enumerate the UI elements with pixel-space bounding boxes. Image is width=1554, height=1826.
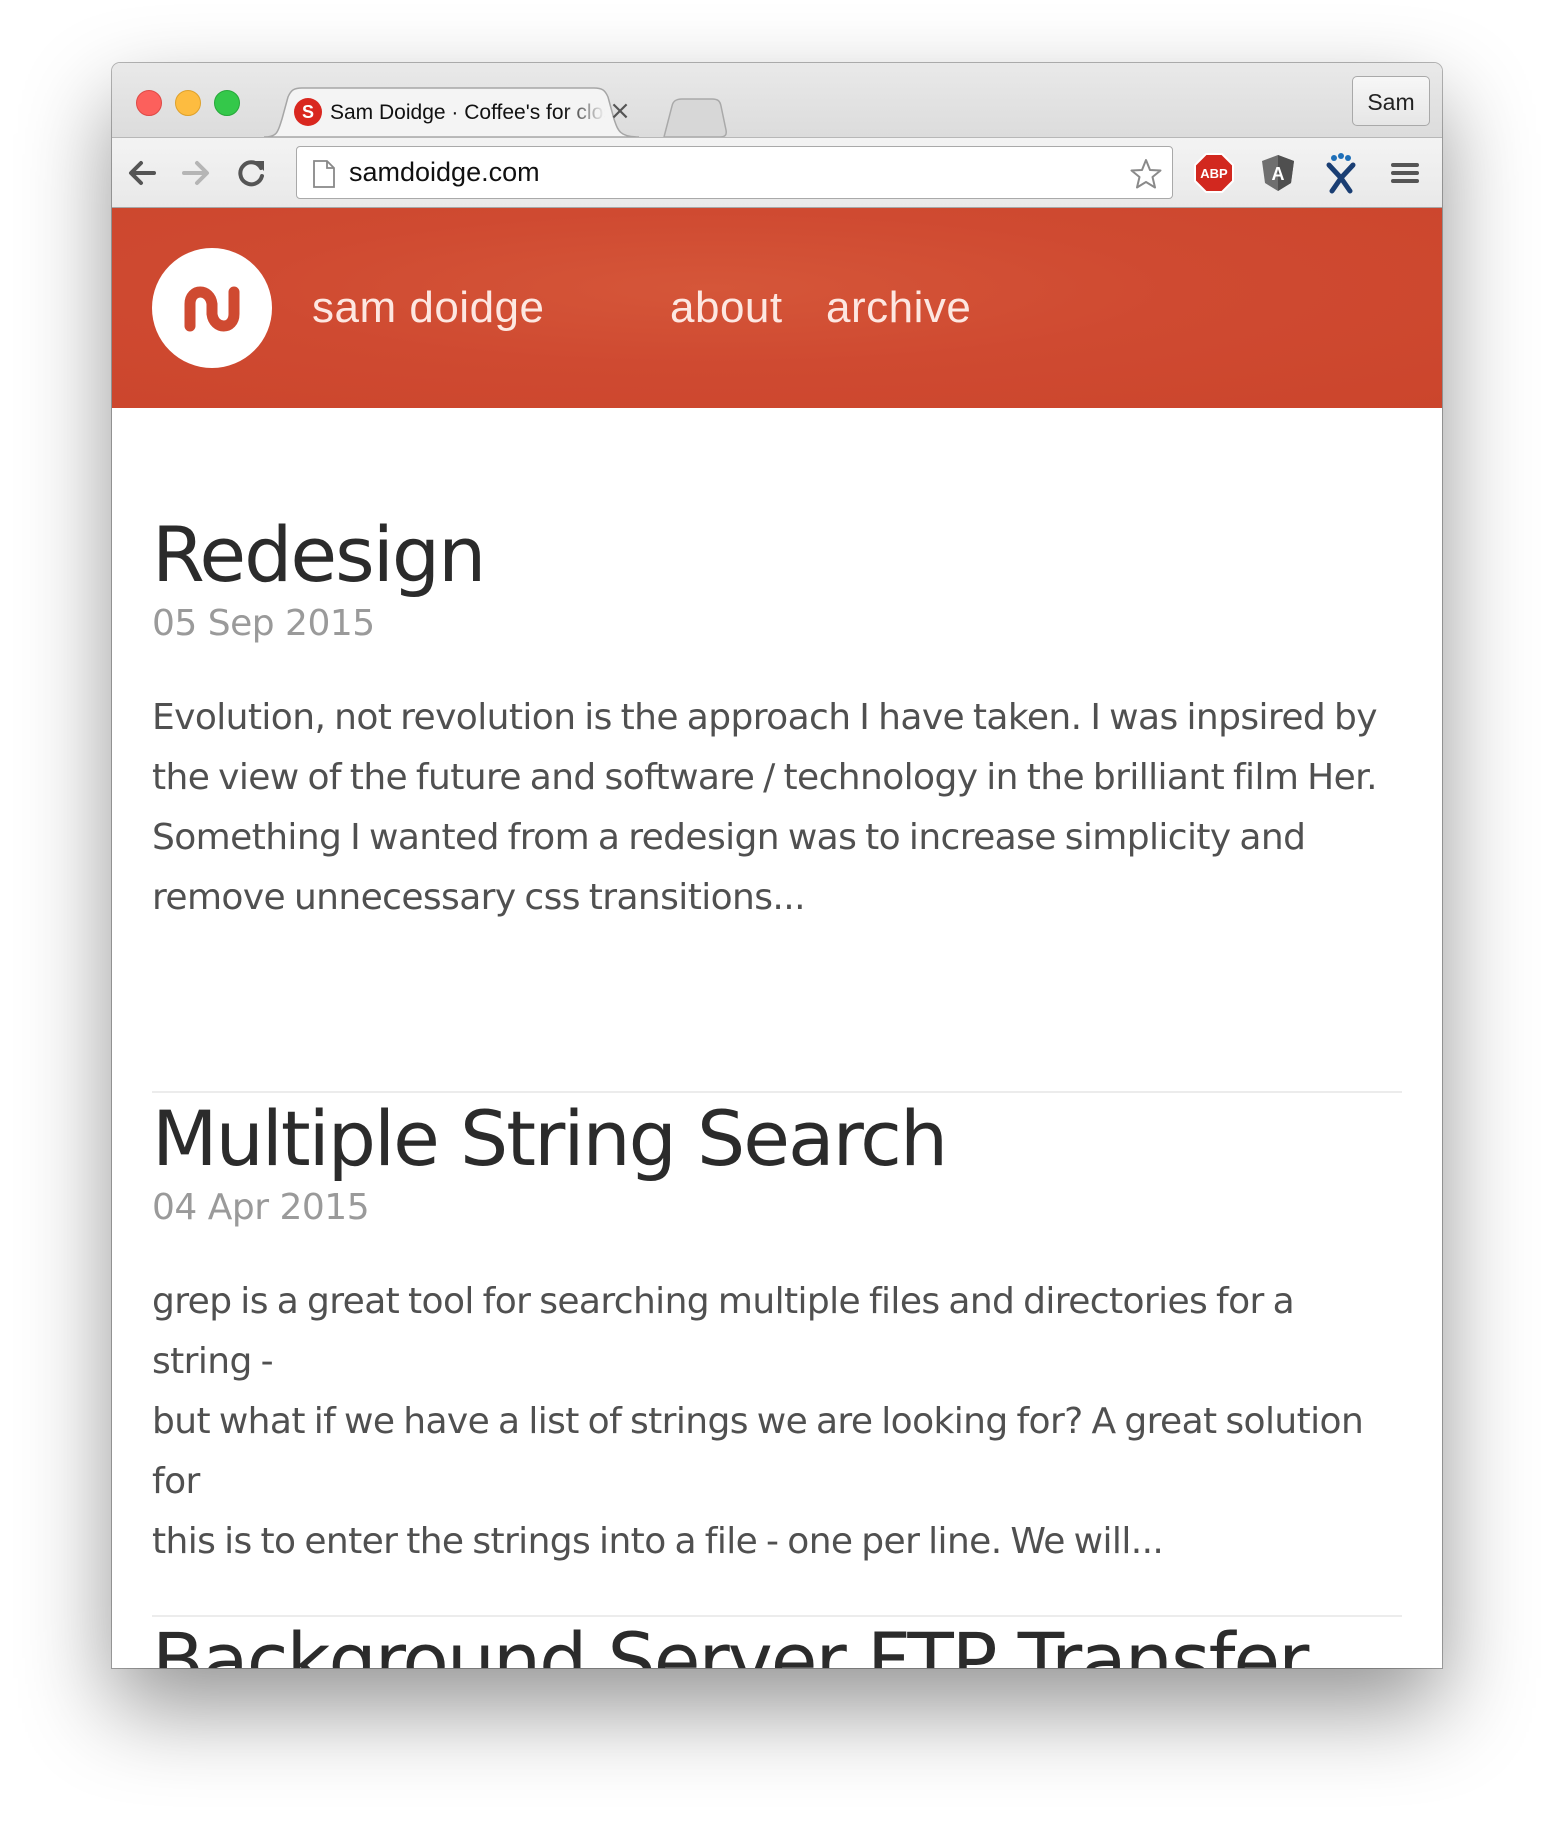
- close-window-button[interactable]: [136, 90, 162, 116]
- reload-icon[interactable]: [234, 155, 270, 191]
- post-title-link[interactable]: Background Server FTP Transfer: [152, 1616, 1402, 1668]
- browser-window: S Sam Doidge · Coffee's for closers × Sa…: [112, 63, 1442, 1668]
- page-viewport: sam doidge about archive Redesign 05 Sep…: [112, 208, 1442, 1668]
- site-name[interactable]: sam doidge: [312, 278, 544, 338]
- page-icon: [313, 160, 335, 188]
- abp-icon[interactable]: ABP: [1193, 152, 1235, 194]
- post-date: 04 Apr 2015: [152, 1187, 370, 1228]
- tab-title: Sam Doidge · Coffee's for closers: [330, 101, 605, 124]
- post-title-link[interactable]: Multiple String Search: [152, 1094, 1402, 1184]
- excerpt-line: Something I wanted from a redesign was t…: [152, 817, 1306, 858]
- menu-icon[interactable]: [1384, 152, 1426, 194]
- abp-label: ABP: [1200, 166, 1228, 181]
- profile-button[interactable]: Sam: [1352, 76, 1430, 126]
- excerpt-line: grep is a great tool for searching multi…: [152, 1281, 1295, 1382]
- nav-about-link[interactable]: about: [670, 278, 783, 338]
- tab-close-icon[interactable]: ×: [606, 97, 634, 125]
- excerpt-line: the view of the future and software / te…: [152, 757, 1378, 798]
- excerpt-line: Evolution, not revolution is the approac…: [152, 697, 1378, 738]
- minimize-window-button[interactable]: [175, 90, 201, 116]
- active-tab[interactable]: S Sam Doidge · Coffee's for closers ×: [264, 87, 639, 137]
- post-item: Background Server FTP Transfer: [152, 1616, 1402, 1668]
- back-arrow-icon[interactable]: [124, 155, 160, 191]
- nav-archive-link[interactable]: archive: [826, 278, 971, 338]
- site-favicon-icon: S: [294, 98, 322, 126]
- post-date: 05 Sep 2015: [152, 603, 375, 644]
- excerpt-line: this is to enter the strings into a file…: [152, 1521, 1164, 1562]
- url-text: samdoidge.com: [349, 157, 540, 187]
- post-excerpt: grep is a great tool for searching multi…: [152, 1272, 1402, 1572]
- forward-arrow-icon[interactable]: [178, 155, 214, 191]
- excerpt-line: but what if we have a list of strings we…: [152, 1401, 1364, 1502]
- site-logo[interactable]: [152, 248, 272, 368]
- jenkins-icon[interactable]: [1320, 152, 1362, 194]
- tab-strip: S Sam Doidge · Coffee's for closers × Sa…: [112, 63, 1442, 138]
- post-excerpt: Evolution, not revolution is the approac…: [152, 688, 1402, 928]
- angular-label: A: [1272, 164, 1285, 184]
- excerpt-line: remove unnecessary css transitions...: [152, 877, 806, 918]
- address-bar[interactable]: samdoidge.com: [296, 146, 1173, 199]
- site-header: sam doidge about archive: [112, 208, 1442, 408]
- new-tab-button[interactable]: [660, 98, 730, 138]
- angular-icon[interactable]: A: [1257, 152, 1299, 194]
- post-divider: [152, 1091, 1402, 1093]
- logo-s-icon: [184, 286, 240, 332]
- zoom-window-button[interactable]: [214, 90, 240, 116]
- post-item: Redesign 05 Sep 2015 Evolution, not revo…: [152, 510, 1402, 928]
- browser-toolbar: samdoidge.com ABP A: [112, 137, 1442, 208]
- post-title-link[interactable]: Redesign: [152, 510, 1402, 600]
- post-item: Multiple String Search 04 Apr 2015 grep …: [152, 1094, 1402, 1572]
- bookmark-star-icon[interactable]: [1129, 157, 1163, 191]
